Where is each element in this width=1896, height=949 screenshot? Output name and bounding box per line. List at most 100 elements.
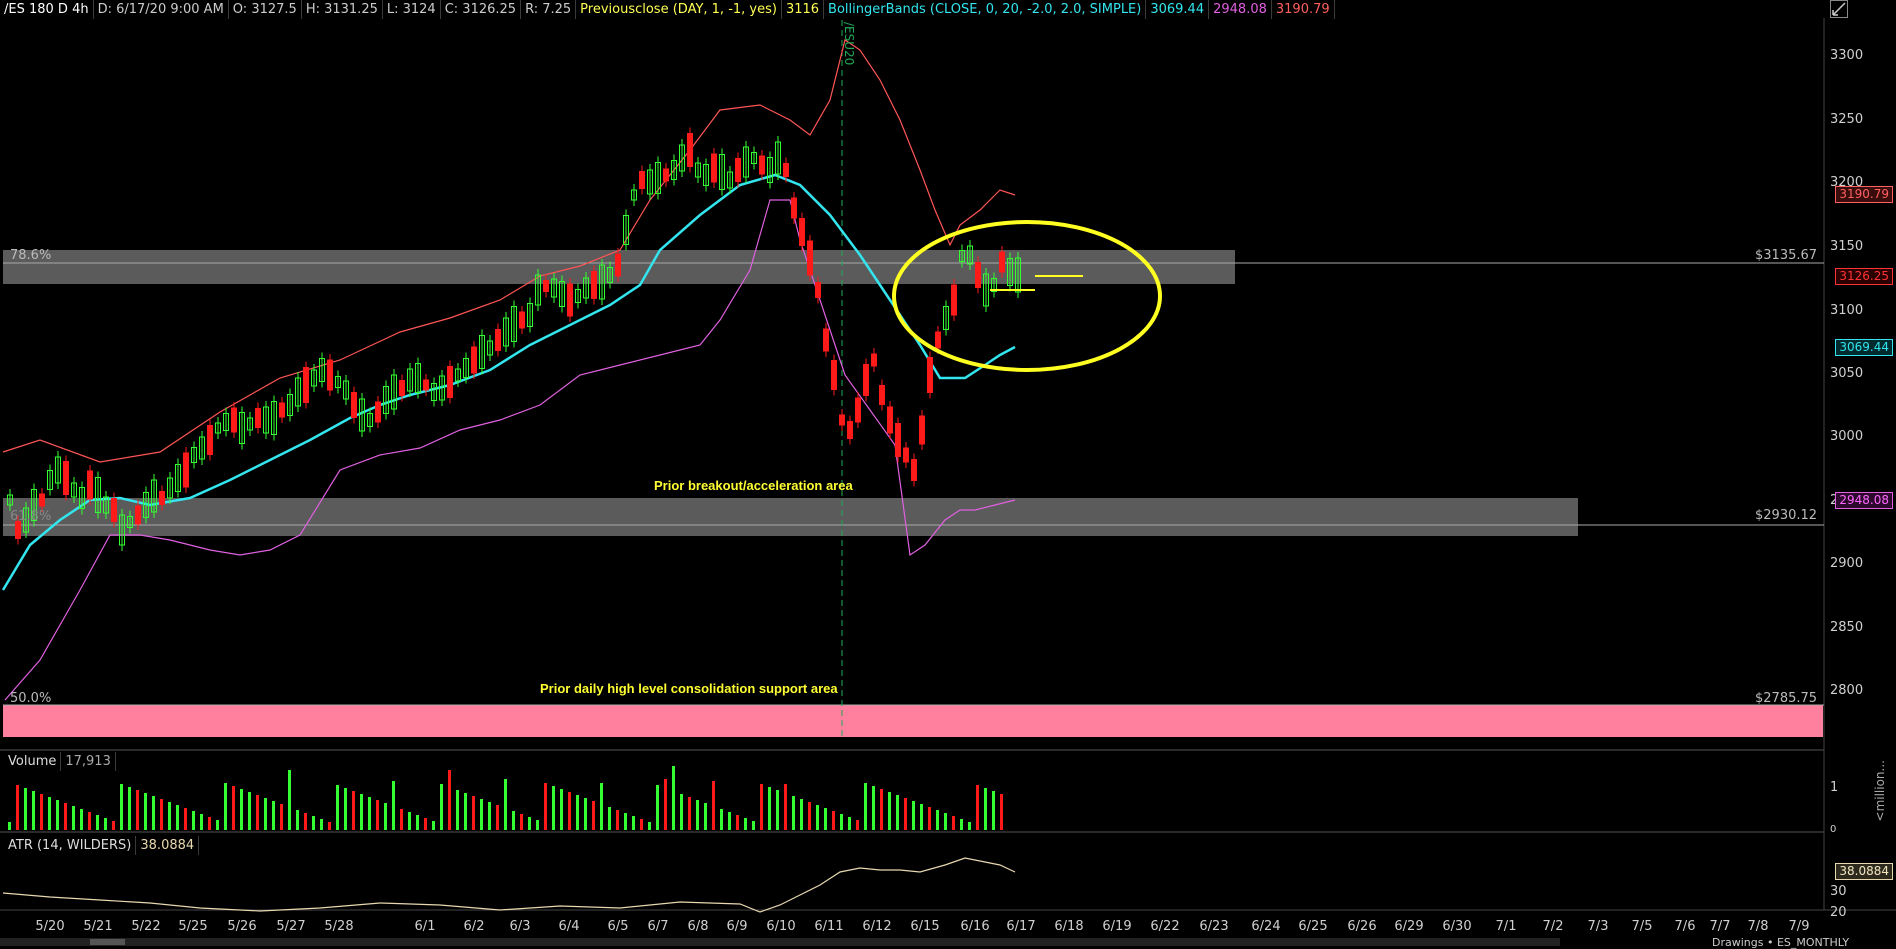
volume-bar [456,790,459,830]
date-tick: 6/1 [414,919,436,934]
date-tick: 6/26 [1347,919,1377,934]
candle [839,414,845,426]
candle [159,491,165,505]
candle [911,459,917,481]
volume-bar [264,798,267,830]
fib-618-zone [3,498,1578,536]
candle [39,493,45,507]
volume-bar [576,795,579,830]
date-tick: 6/25 [1298,919,1328,934]
scrollbar-thumb[interactable] [90,939,125,945]
candle [879,385,885,405]
volume-bar [168,802,171,830]
price-chart[interactable] [0,0,1896,946]
volume-bar [328,822,331,830]
volume-bar [104,818,107,830]
footer-text[interactable]: Drawings • ES_MONTHLY [1712,936,1849,949]
date-tick: 7/2 [1542,919,1564,934]
volume-bar [240,789,243,830]
candle [895,423,901,457]
candle [887,406,893,434]
volume-bar [840,814,843,830]
volume-bar [248,792,251,830]
date-tick: 6/11 [814,919,844,934]
volume-bar [736,815,739,830]
date-tick: 6/30 [1442,919,1472,934]
volume-bar [96,815,99,830]
date-tick: 5/25 [178,919,208,934]
volume-label[interactable]: Volume [4,752,62,771]
volume-bar [568,792,571,830]
volume-bar [688,797,691,830]
volume-bar [200,814,203,830]
date-tick: 6/24 [1251,919,1281,934]
volume-bar [912,801,915,830]
fib-618-label: 61.8% [10,509,52,524]
volume-bar [408,812,411,830]
fib-786-label: 78.6% [10,248,52,263]
volume-bar [752,821,755,830]
candle [279,402,285,418]
atr-panel-header: ATR (14, WILDERS) 38.0884 [4,836,200,855]
candle [791,197,797,219]
fib-50-label: 50.0% [10,691,52,706]
date-tick: 6/10 [766,919,796,934]
volume-bar [472,796,475,830]
date-tick: 6/8 [687,919,709,934]
volume-bar [800,799,803,830]
volume-bar [848,817,851,830]
volume-bar [816,805,819,830]
candle [351,392,357,418]
consolidation-zone [3,705,1823,737]
lower-band-tag: 2948.08 [1835,492,1893,509]
consolidation-annotation: Prior daily high level consolidation sup… [540,681,838,696]
volume-bar [584,798,587,830]
volume-bar [128,787,131,830]
horizontal-scrollbar[interactable] [0,938,1560,946]
candle [815,282,821,298]
volume-bar [312,816,315,830]
volume-bar [176,805,179,830]
date-tick: 6/2 [463,919,485,934]
volume-bar [992,791,995,830]
volume-bar [296,810,299,830]
volume-bar [24,788,27,830]
candle [711,153,717,183]
candle [567,283,573,317]
candle [543,280,549,292]
date-tick: 5/26 [227,919,257,934]
price-tick-2800: 2800 [1830,683,1864,698]
date-tick: 7/1 [1495,919,1517,934]
volume-bar [632,816,635,830]
candles [7,127,1021,551]
volume-unit-label: <million... [1873,760,1887,822]
price-tick-3000: 3000 [1830,429,1864,444]
atr-tick-30: 30 [1830,884,1847,899]
atr-label[interactable]: ATR (14, WILDERS) [4,836,137,855]
volume-bar [648,822,651,830]
volume-bar [664,779,667,830]
volume-bar [968,822,971,830]
volume-bar [896,795,899,830]
volume-bar [760,784,763,830]
date-tick: 7/6 [1674,919,1696,934]
candle [831,360,837,390]
candle [231,407,237,433]
volume-bar [832,811,835,830]
volume-bar [480,799,483,830]
date-tick: 7/8 [1747,919,1769,934]
volume-bar [488,802,491,830]
price-tick-3300: 3300 [1830,48,1864,63]
volume-bar [504,779,507,830]
volume-value: 17,913 [61,752,116,771]
volume-bar [272,801,275,830]
volume-bar [624,813,627,830]
volume-bar [952,816,955,830]
volume-bar [920,804,923,830]
date-tick: 6/29 [1394,919,1424,934]
volume-bar [120,784,123,830]
breakout-annotation: Prior breakout/acceleration area [654,478,853,493]
volume-axis-bottom: 0 [1830,824,1837,835]
candle [375,401,381,423]
volume-bar [376,800,379,830]
